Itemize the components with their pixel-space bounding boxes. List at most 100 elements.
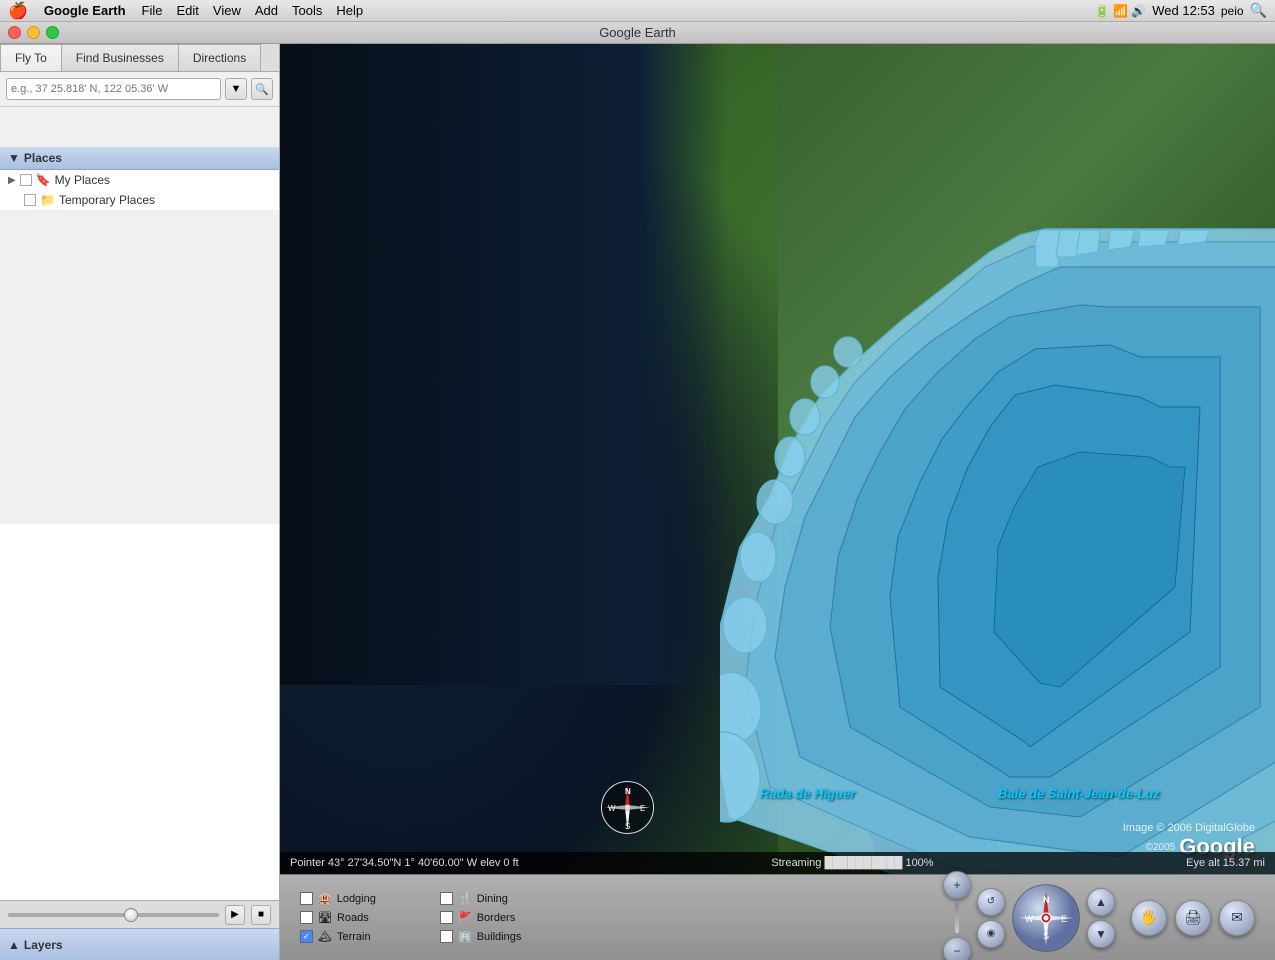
menu-file[interactable]: File	[142, 3, 163, 18]
apple-logo[interactable]: 🍎	[8, 1, 28, 21]
folder-icon: 📁	[40, 193, 55, 207]
streaming-status: Streaming ██████████ 100%	[771, 857, 933, 869]
sidebar-spacer	[0, 524, 279, 901]
layer-row-2: 🛣 Roads 🚩 Borders	[300, 911, 560, 924]
tree-item-my-places[interactable]: ▶ 🔖 My Places	[0, 170, 279, 190]
roads-icon: 🛣	[318, 911, 332, 924]
year-logo: ©2005	[1146, 842, 1176, 853]
zoom-slider-track[interactable]	[955, 903, 959, 933]
bookmark-icon: 🔖	[36, 173, 51, 187]
window-title: Google Earth	[599, 25, 676, 40]
search-results-area	[0, 107, 279, 147]
layer-terrain: ✓ 🏔 Terrain	[300, 930, 420, 943]
buildings-icon: 🏢	[458, 930, 472, 943]
email-button[interactable]: ✉	[1219, 900, 1255, 936]
sidebar-bottom: ▶ ■	[0, 900, 279, 928]
temp-places-checkbox[interactable]	[24, 194, 36, 206]
opacity-slider[interactable]	[8, 913, 219, 917]
search-dropdown-button[interactable]: ▼	[225, 78, 247, 100]
tilt-up-button[interactable]: ▲	[1087, 888, 1115, 916]
roads-checkbox[interactable]	[300, 911, 313, 924]
right-icons: 🔋 📶 🔊 Wed 12:53 peio 🔍	[1095, 2, 1267, 19]
copyright-text: Image © 2006 DigitalGlobe	[1123, 822, 1255, 834]
stop-button[interactable]: ■	[251, 905, 271, 925]
expand-arrow: ▶	[8, 175, 16, 186]
look-around-button[interactable]: ◉	[977, 920, 1005, 948]
maximize-button[interactable]	[46, 26, 59, 39]
buildings-checkbox[interactable]	[440, 930, 453, 943]
play-button[interactable]: ▶	[225, 905, 245, 925]
temp-places-label: Temporary Places	[59, 193, 155, 207]
search-input[interactable]	[6, 78, 221, 100]
dining-checkbox[interactable]	[440, 892, 453, 905]
tilt-reset-button[interactable]: ↺	[977, 888, 1005, 916]
tab-fly-to[interactable]: Fly To	[0, 44, 62, 71]
layers-label: Layers	[24, 938, 63, 952]
main-container: Fly To Find Businesses Directions ▼ 🔍 ▼ …	[0, 44, 1275, 960]
menu-edit[interactable]: Edit	[177, 3, 199, 18]
lodging-checkbox[interactable]	[300, 892, 313, 905]
layers-expand-arrow: ▲	[8, 938, 20, 952]
close-button[interactable]	[8, 26, 21, 39]
system-icons: 🔋 📶 🔊	[1095, 4, 1147, 18]
zoom-out-button[interactable]: −	[943, 937, 971, 960]
clock: Wed 12:53	[1152, 3, 1215, 18]
search-row: ▼ 🔍	[6, 78, 273, 100]
tilt-down-button[interactable]: ▼	[1087, 920, 1115, 948]
search-area: ▼ 🔍	[0, 72, 279, 107]
top-right-nav: 🖐 🖨 ✉	[1131, 900, 1255, 936]
eye-altitude: Eye alt 15.37 mi	[1186, 857, 1265, 869]
layers-section[interactable]: ▲ Layers	[0, 928, 279, 960]
app-name: Google Earth	[44, 3, 126, 18]
layer-roads: 🛣 Roads	[300, 911, 420, 924]
svg-text:S: S	[1043, 931, 1049, 941]
dining-label: Dining	[477, 893, 508, 905]
my-places-checkbox[interactable]	[20, 174, 32, 186]
tilt-controls: ↺ ◉	[977, 888, 1005, 948]
pan-tool-button[interactable]: 🖐	[1131, 900, 1167, 936]
user-name: peio	[1221, 4, 1244, 18]
svg-text:W: W	[608, 804, 616, 813]
spotlight-icon[interactable]: 🔍	[1250, 2, 1267, 19]
places-header[interactable]: ▼ Places	[0, 147, 279, 170]
layer-lodging: 🏨 Lodging	[300, 892, 420, 905]
borders-checkbox[interactable]	[440, 911, 453, 924]
svg-text:N: N	[1043, 895, 1050, 905]
search-go-button[interactable]: 🔍	[251, 78, 273, 100]
layer-checkboxes: 🏨 Lodging 🍴 Dining 🛣 Roads	[300, 892, 560, 943]
lodging-label: Lodging	[337, 893, 376, 905]
status-bar: Pointer 43° 27'34.50"N 1° 40'60.00" W el…	[280, 852, 1275, 874]
layer-buildings: 🏢 Buildings	[440, 930, 560, 943]
my-places-label: My Places	[55, 173, 110, 187]
layer-row-3: ✓ 🏔 Terrain 🏢 Buildings	[300, 930, 560, 943]
layer-dining: 🍴 Dining	[440, 892, 560, 905]
buildings-label: Buildings	[477, 931, 522, 943]
menu-help[interactable]: Help	[336, 3, 363, 18]
label-rada-higuer: Rada de Higuer	[760, 786, 855, 801]
slider-thumb[interactable]	[124, 908, 138, 922]
dining-icon: 🍴	[458, 892, 472, 905]
tree-item-temp-places[interactable]: 📁 Temporary Places	[0, 190, 279, 210]
borders-icon: 🚩	[458, 911, 472, 924]
map-area[interactable]: Rada de Higuer Baie de Saint-Jean-de-Luz…	[280, 44, 1275, 960]
terrain-checkbox[interactable]: ✓	[300, 930, 313, 943]
minimize-button[interactable]	[27, 26, 40, 39]
compass-rose[interactable]: N S E W	[1011, 883, 1081, 953]
tab-bar: Fly To Find Businesses Directions	[0, 44, 279, 72]
menu-add[interactable]: Add	[255, 3, 278, 18]
menu-tools[interactable]: Tools	[292, 3, 322, 18]
places-expand-arrow: ▼	[8, 151, 20, 165]
terrain-icon: 🏔	[318, 930, 332, 943]
map-compass: N S E W	[600, 780, 655, 840]
print-button[interactable]: 🖨	[1175, 900, 1211, 936]
nav-right-controls: ▲ ▼	[1087, 888, 1115, 948]
svg-text:E: E	[640, 804, 645, 813]
tab-directions[interactable]: Directions	[178, 44, 261, 71]
zoom-in-button[interactable]: +	[943, 871, 971, 899]
menubar: 🍎 Google Earth File Edit View Add Tools …	[0, 0, 1275, 22]
tab-find-businesses[interactable]: Find Businesses	[61, 44, 179, 71]
menu-view[interactable]: View	[213, 3, 241, 18]
layer-borders: 🚩 Borders	[440, 911, 560, 924]
titlebar: Google Earth	[0, 22, 1275, 44]
far-right-controls: 🖐 🖨 ✉	[1131, 900, 1255, 936]
